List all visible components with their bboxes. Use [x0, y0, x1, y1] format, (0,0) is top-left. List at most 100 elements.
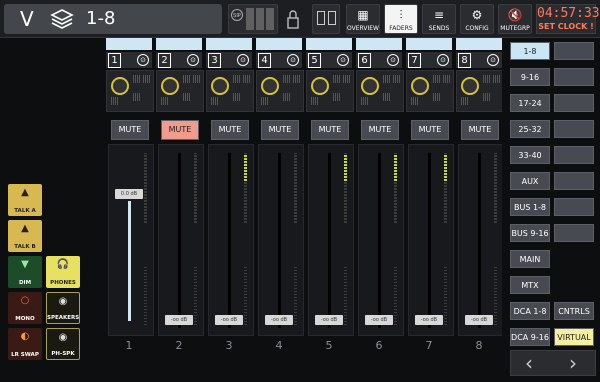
channel-number-row[interactable]: 3 ⊙	[206, 52, 252, 68]
channel-header[interactable]	[156, 38, 202, 50]
overview-button[interactable]: ▦ OVERVIEW	[346, 4, 380, 34]
talk-a-button[interactable]: ▲ TALK A	[8, 184, 42, 216]
lock-button[interactable]	[282, 6, 304, 32]
user-bank-button[interactable]	[554, 146, 594, 164]
bank-button[interactable]: MAIN	[510, 250, 550, 268]
phones-button[interactable]: 🎧 PHONES	[46, 256, 80, 288]
bank-button[interactable]: 9-16	[510, 68, 550, 86]
mute-button[interactable]: MUTE	[111, 120, 149, 140]
user-bank-button[interactable]	[554, 172, 594, 190]
channel-number-row[interactable]: 8 ⊙	[456, 52, 502, 68]
gain-knob-icon[interactable]	[161, 77, 179, 95]
knob-panel[interactable]	[406, 70, 454, 112]
speakers-button[interactable]: ◉ SPEAKERS	[46, 292, 80, 324]
grid-icon	[183, 93, 191, 101]
fader-zone[interactable]: -oo dB	[358, 144, 404, 336]
channel-header[interactable]	[356, 38, 402, 50]
sends-button[interactable]: ≡ SENDS	[422, 4, 456, 34]
bank-button[interactable]: MTX	[510, 276, 550, 294]
knob-panel[interactable]	[206, 70, 254, 112]
gain-knob-icon[interactable]	[261, 77, 279, 95]
mute-button[interactable]: MUTE	[411, 120, 449, 140]
talk-b-button[interactable]: ▲ TALK B	[8, 220, 42, 252]
fader-cap[interactable]: -oo dB	[365, 315, 393, 325]
config-button[interactable]: ⚙ CONFIG	[460, 4, 494, 34]
user-bank-button[interactable]	[554, 120, 594, 138]
channel-header[interactable]	[306, 38, 352, 50]
fader-zone[interactable]: -oo dB	[408, 144, 454, 336]
fader-zone[interactable]: -oo dB	[308, 144, 354, 336]
gain-knob-icon[interactable]	[411, 77, 429, 95]
channel-header[interactable]	[206, 38, 252, 50]
channel-number-row[interactable]: 2 ⊙	[156, 52, 202, 68]
fader-zone[interactable]: -oo dB	[208, 144, 254, 336]
fader-cap[interactable]: -oo dB	[215, 315, 243, 325]
knob-panel[interactable]	[256, 70, 304, 112]
gain-knob-icon[interactable]	[111, 77, 129, 95]
bank-button[interactable]: 17-24	[510, 94, 550, 112]
faders-button[interactable]: ⫶ FADERS	[384, 4, 418, 34]
mute-button[interactable]: MUTE	[461, 120, 499, 140]
fader-cap[interactable]: -oo dB	[165, 315, 193, 325]
chevron-left-icon[interactable]: ‹	[525, 351, 533, 375]
channel-number-row[interactable]: 1 ⊙	[106, 52, 152, 68]
fader-zone[interactable]: 0.0 dB	[108, 144, 154, 336]
gain-knob-icon[interactable]	[311, 77, 329, 95]
channel-number-row[interactable]: 7 ⊙	[406, 52, 452, 68]
layer-selector[interactable]: V 1-8	[4, 4, 222, 34]
bank-button[interactable]: 33-40	[510, 146, 550, 164]
bank-button[interactable]: BUS 1-8	[510, 198, 550, 216]
bank-button[interactable]: DCA 1-8	[510, 302, 550, 320]
fader-zone[interactable]: -oo dB	[158, 144, 204, 336]
mute-button[interactable]: MUTE	[261, 120, 299, 140]
channel-number-row[interactable]: 5 ⊙	[306, 52, 352, 68]
bank-button[interactable]: AUX	[510, 172, 550, 190]
dim-button[interactable]: ▼ DIM	[8, 256, 42, 288]
gain-knob-icon[interactable]	[461, 77, 479, 95]
fader-cap[interactable]: -oo dB	[265, 315, 293, 325]
user-bank-button[interactable]	[554, 198, 594, 216]
mute-button[interactable]: MUTE	[211, 120, 249, 140]
user-bank-button[interactable]	[554, 224, 594, 242]
channel-number-row[interactable]: 4 ⊙	[256, 52, 302, 68]
knob-panel[interactable]	[356, 70, 404, 112]
screen-split-button[interactable]	[312, 4, 340, 34]
channel-number-row[interactable]: 6 ⊙	[356, 52, 402, 68]
fader-zone[interactable]: -oo dB	[258, 144, 304, 336]
channel-header[interactable]	[256, 38, 302, 50]
channel-header[interactable]	[406, 38, 452, 50]
lr-swap-button[interactable]: ◐ LR SWAP	[8, 328, 42, 360]
cntrls-button[interactable]: CNTRLS	[554, 302, 594, 320]
mute-button[interactable]: MUTE	[161, 120, 199, 140]
user-bank-button[interactable]	[554, 94, 594, 112]
ph-spk-button[interactable]: ◉ PH-SPK	[46, 328, 80, 360]
solo-indicator[interactable]: SIP	[228, 4, 278, 34]
monitor-panel: ▲ TALK A ▲ TALK B ▼ DIM ○ MONO ◐ LR SWAP…	[0, 38, 103, 382]
mute-button[interactable]: MUTE	[311, 120, 349, 140]
mutegrp-button[interactable]: 🔇 MUTEGRP	[498, 4, 532, 34]
gain-knob-icon[interactable]	[211, 77, 229, 95]
user-bank-button[interactable]	[554, 42, 594, 60]
fader-cap[interactable]: -oo dB	[415, 315, 443, 325]
bank-button[interactable]: DCA 9-16	[510, 328, 550, 346]
knob-panel[interactable]	[456, 70, 504, 112]
fader-cap[interactable]: 0.0 dB	[115, 189, 143, 199]
mono-button[interactable]: ○ MONO	[8, 292, 42, 324]
mute-button[interactable]: MUTE	[361, 120, 399, 140]
channel-header[interactable]	[106, 38, 152, 50]
channel-header[interactable]	[456, 38, 502, 50]
gain-knob-icon[interactable]	[361, 77, 379, 95]
knob-panel[interactable]	[306, 70, 354, 112]
bank-button[interactable]: BUS 9-16	[510, 224, 550, 242]
fader-cap[interactable]: -oo dB	[315, 315, 343, 325]
knob-panel[interactable]	[106, 70, 154, 112]
bank-button[interactable]: 1-8	[510, 42, 550, 60]
bank-button[interactable]: 25-32	[510, 120, 550, 138]
clock-display[interactable]: 04:57:33 SET CLOCK !	[536, 4, 600, 34]
user-bank-button[interactable]	[554, 68, 594, 86]
knob-panel[interactable]	[156, 70, 204, 112]
fader-zone[interactable]: -oo dB	[458, 144, 504, 336]
virtual-button[interactable]: VIRTUAL	[554, 328, 594, 346]
chevron-right-icon[interactable]: ›	[569, 351, 577, 375]
fader-cap[interactable]: -oo dB	[465, 315, 493, 325]
